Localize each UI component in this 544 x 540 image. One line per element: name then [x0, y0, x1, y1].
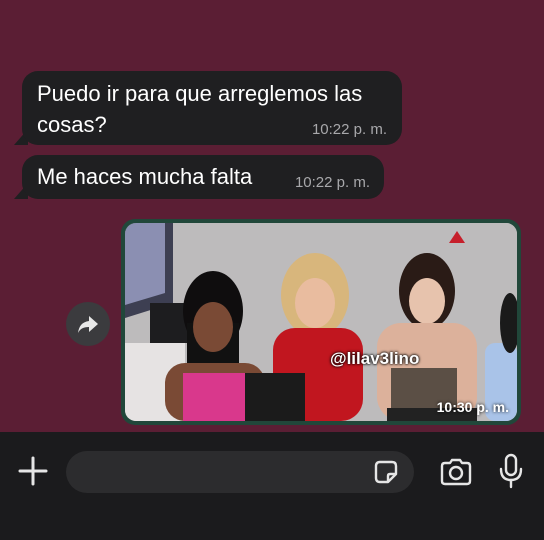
message-time: 10:22 p. m.	[311, 121, 387, 138]
video-frame	[125, 223, 517, 421]
video-thumbnail[interactable]: @lilav3lino 10:30 p. m.	[125, 223, 517, 421]
sticker-icon[interactable]	[372, 458, 400, 486]
message-time: 10:22 p. m.	[294, 174, 370, 191]
chat-area[interactable]: Puedo ir para que arreglemos las cosas? …	[0, 0, 544, 432]
plus-icon[interactable]	[16, 454, 50, 488]
received-message-bubble[interactable]: Me haces mucha falta 10:22 p. m.	[22, 155, 384, 199]
video-message[interactable]: @lilav3lino 10:30 p. m.	[121, 219, 521, 425]
forward-arrow-icon	[78, 316, 98, 333]
microphone-icon[interactable]	[498, 453, 524, 489]
message-time: 10:30 p. m.	[436, 399, 509, 415]
forward-button[interactable]	[66, 302, 110, 346]
message-input[interactable]	[66, 451, 414, 493]
video-watermark: @lilav3lino	[330, 349, 420, 368]
message-text: Me haces mucha falta	[37, 164, 253, 189]
received-message-bubble[interactable]: Puedo ir para que arreglemos las cosas? …	[22, 71, 402, 145]
camera-icon[interactable]	[439, 457, 473, 487]
